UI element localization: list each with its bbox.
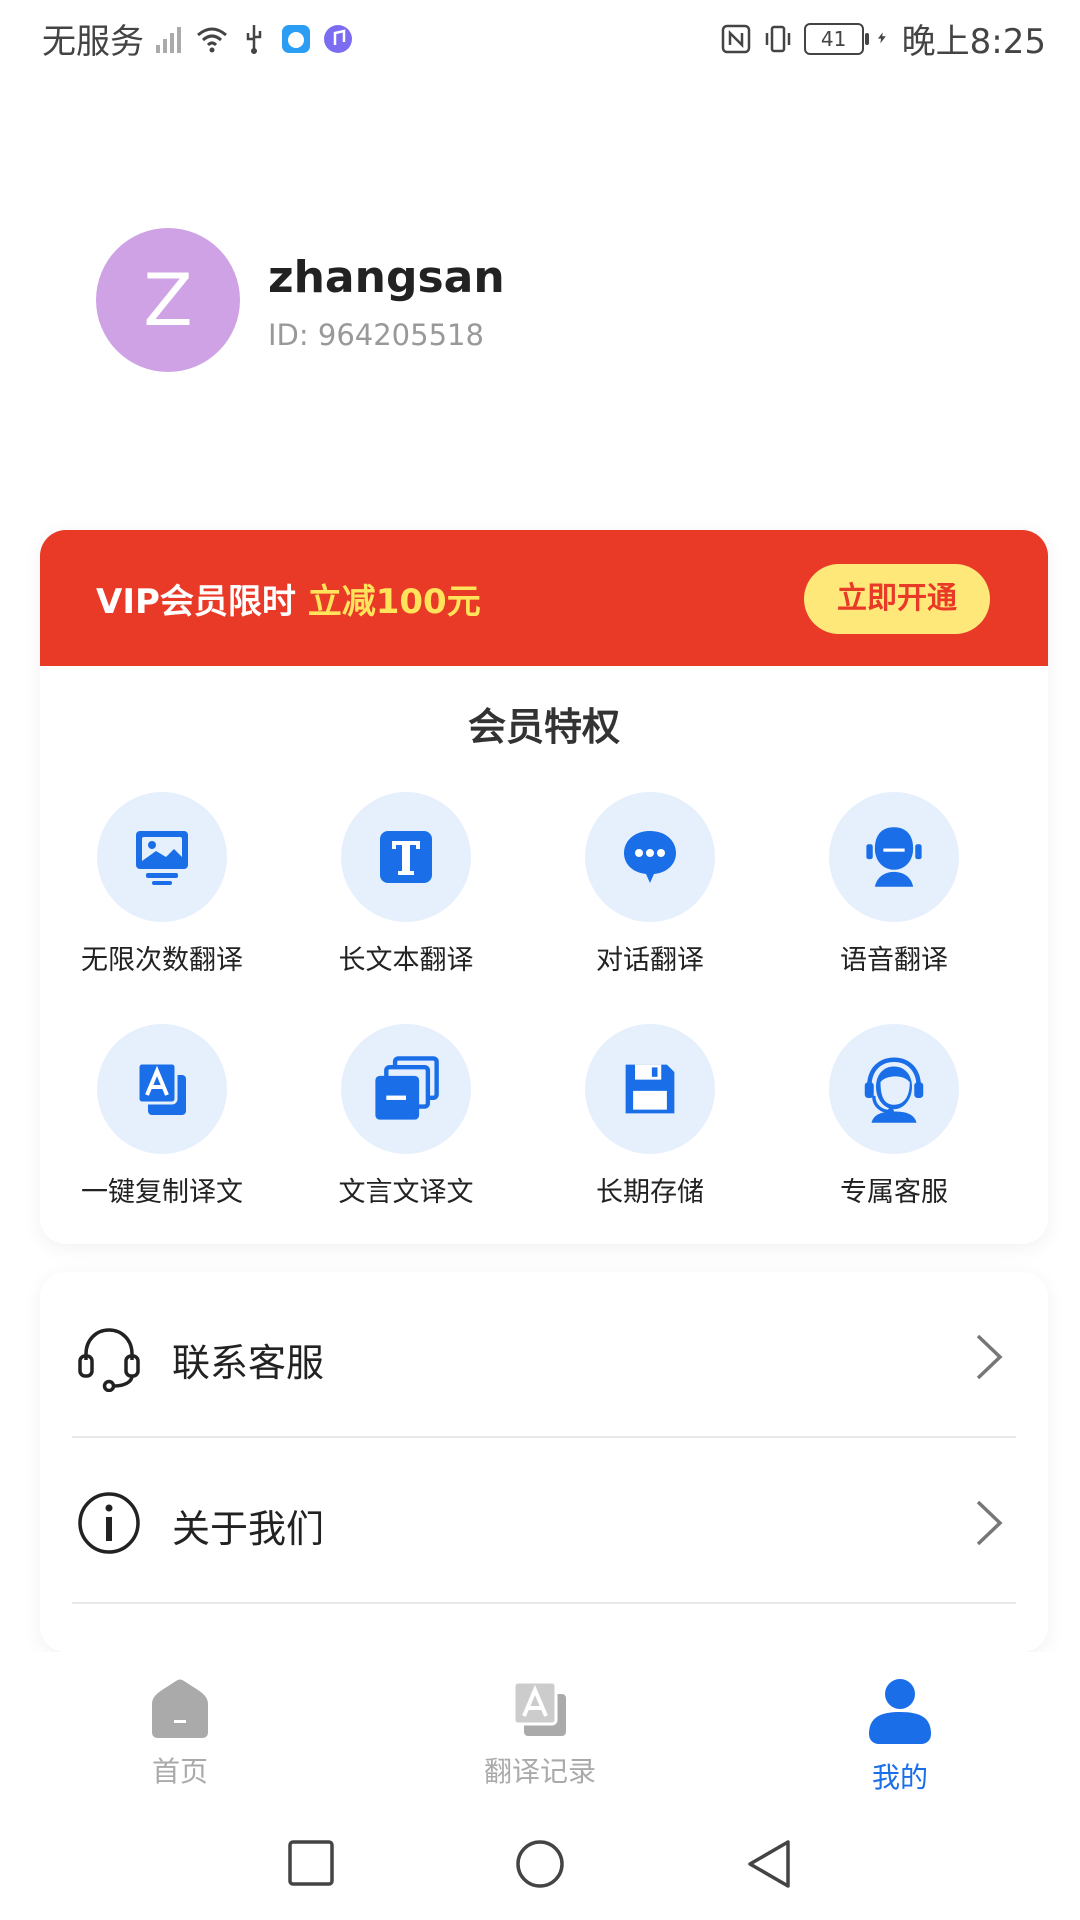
translate-record-icon (512, 1680, 566, 1736)
recent-apps-icon[interactable] (286, 1838, 336, 1888)
privilege-icon-bg (97, 792, 227, 922)
open-vip-button[interactable]: 立即开通 (804, 564, 990, 634)
privilege-icon-bg (585, 1024, 715, 1154)
status-bar: 无服务 41 晚上8:25 (0, 0, 1080, 78)
vip-banner: VIP会员限时 立减100元 立即开通 (40, 530, 1048, 666)
privilege-icon-bg (829, 792, 959, 922)
privilege-icon-bg (97, 1024, 227, 1154)
menu-item-contact-support[interactable]: 联系客服 (40, 1272, 1048, 1438)
privilege-icon-bg (585, 792, 715, 922)
floppy-disk-icon (625, 1064, 675, 1114)
privilege-item-unlimited[interactable]: 无限次数翻译 (40, 792, 284, 977)
nav-label: 翻译记录 (483, 1755, 596, 1788)
nav-label: 我的 (871, 1761, 928, 1794)
nav-item-profile[interactable]: 我的 (800, 1678, 1000, 1796)
username: zhangsan (268, 252, 505, 303)
clock-time: 晚上8:25 (901, 22, 1046, 62)
app-notification-icon (282, 24, 310, 53)
battery-indicator: 41 (803, 22, 869, 55)
profile-icon (869, 1679, 931, 1744)
usb-icon (246, 24, 262, 54)
home-icon (152, 1679, 208, 1738)
text-t-icon (380, 831, 432, 883)
privilege-item-storage[interactable]: 长期存储 (528, 1024, 772, 1209)
chevron-right-icon (976, 1500, 1003, 1546)
headset-agent-icon (864, 1057, 924, 1123)
privilege-item-copy[interactable]: 一键复制译文 (40, 1024, 284, 1209)
user-id: ID: 964205518 (268, 318, 484, 352)
privilege-label: 专属客服 (840, 1177, 948, 1208)
nav-item-translate-records[interactable]: 翻译记录 (440, 1678, 640, 1790)
menu-label: 关于我们 (172, 1507, 325, 1551)
privilege-item-long-text[interactable]: 长文本翻译 (284, 792, 528, 977)
nfc-icon (721, 24, 750, 53)
image-translate-icon (136, 831, 188, 885)
signal-icon (156, 26, 181, 53)
privilege-item-voice[interactable]: 语音翻译 (772, 792, 1016, 977)
privilege-icon-bg (341, 1024, 471, 1154)
info-icon (78, 1492, 140, 1554)
vip-promo-highlight: 立减100元 (307, 582, 481, 622)
music-app-icon (324, 24, 352, 53)
privilege-item-support[interactable]: 专属客服 (772, 1024, 1016, 1209)
back-button-icon[interactable] (744, 1838, 794, 1890)
vip-card: VIP会员限时 立减100元 立即开通 会员特权 无限次数翻译 长文本翻译 对话… (40, 530, 1048, 1244)
wifi-icon (197, 27, 227, 52)
privilege-label: 文言文译文 (338, 1177, 474, 1208)
system-nav-bar (0, 1802, 1080, 1920)
voice-person-icon (866, 827, 922, 887)
privilege-label: 一键复制译文 (81, 1177, 243, 1208)
chat-bubble-icon (624, 831, 676, 883)
privilege-label: 对话翻译 (596, 945, 704, 976)
vibrate-icon (765, 25, 790, 52)
headset-icon (78, 1328, 140, 1392)
carrier-text: 无服务 (42, 22, 144, 62)
nav-item-home[interactable]: 首页 (80, 1678, 280, 1790)
menu-divider (72, 1602, 1016, 1604)
privilege-icon-bg (829, 1024, 959, 1154)
status-left: 无服务 (42, 14, 354, 63)
privilege-label: 语音翻译 (840, 945, 948, 976)
charging-icon (877, 31, 886, 43)
status-right: 41 晚上8:25 (720, 14, 1046, 63)
avatar[interactable]: Z (96, 228, 240, 372)
settings-menu: 联系客服 关于我们 (40, 1272, 1048, 1652)
privilege-label: 长文本翻译 (338, 945, 474, 976)
chevron-right-icon (976, 1334, 1003, 1380)
nav-label: 首页 (151, 1755, 208, 1788)
menu-label: 联系客服 (172, 1341, 325, 1385)
bottom-nav: 首页 翻译记录 我的 (0, 1652, 1080, 1802)
copy-translate-icon (136, 1061, 186, 1115)
privilege-label: 长期存储 (596, 1177, 704, 1208)
privilege-icon-bg (341, 792, 471, 922)
privilege-item-dialog[interactable]: 对话翻译 (528, 792, 772, 977)
privilege-item-classical[interactable]: 文言文译文 (284, 1024, 528, 1209)
menu-item-about-us[interactable]: 关于我们 (40, 1438, 1048, 1604)
privileges-title: 会员特权 (467, 705, 620, 749)
stacked-docs-icon (375, 1056, 439, 1120)
privilege-label: 无限次数翻译 (81, 945, 243, 976)
home-button-icon[interactable] (514, 1838, 566, 1890)
vip-promo-label: VIP会员限时 (96, 582, 308, 622)
vip-promo-text: VIP会员限时 立减100元 (96, 574, 481, 623)
